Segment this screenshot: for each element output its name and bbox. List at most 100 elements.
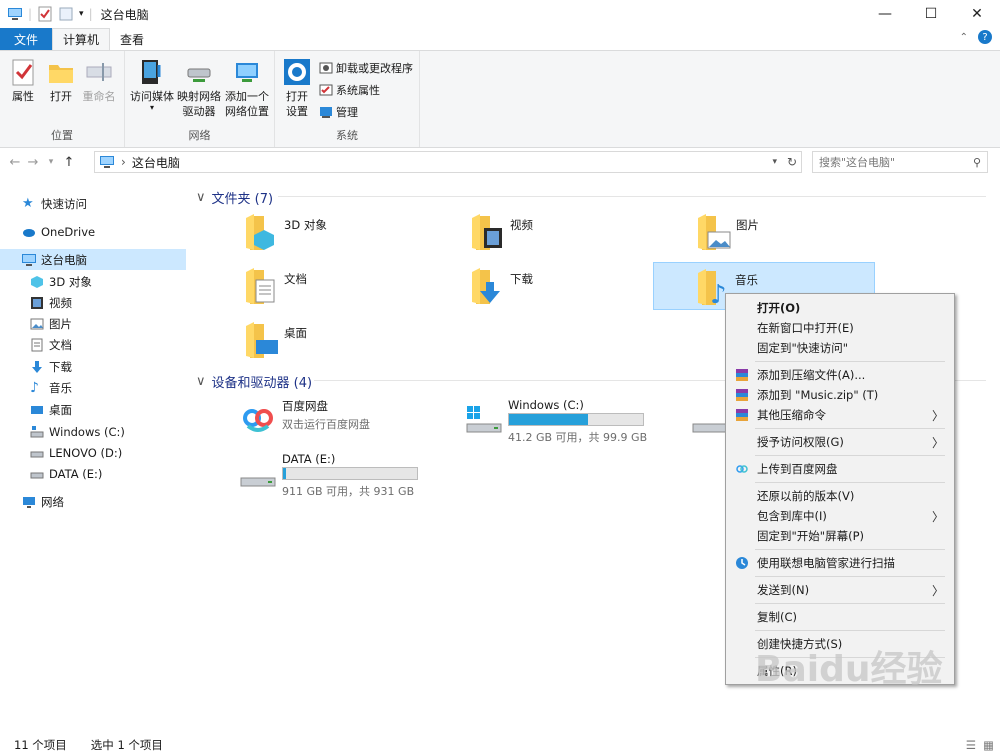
breadcrumb-this-pc[interactable]: 这台电脑 xyxy=(132,154,180,171)
sidebar-item-network[interactable]: 网络 xyxy=(0,491,186,512)
tab-computer[interactable]: 计算机 xyxy=(52,28,111,50)
sidebar-item-pictures[interactable]: 图片 xyxy=(0,313,186,334)
sidebar-label: 下载 xyxy=(49,359,72,374)
sidebar-item-videos[interactable]: 视频 xyxy=(0,292,186,313)
menu-grant-access[interactable]: 授予访问权限(G) 〉 xyxy=(726,432,954,452)
sidebar-item-drive-c[interactable]: Windows (C:) xyxy=(0,421,186,442)
tab-file[interactable]: 文件 xyxy=(0,28,52,50)
breadcrumb-separator-icon[interactable]: › xyxy=(121,155,126,169)
rename-icon xyxy=(86,63,112,81)
winrar-icon xyxy=(736,369,748,381)
refresh-icon[interactable]: ↻ xyxy=(787,155,797,169)
sidebar-label: 这台电脑 xyxy=(41,252,87,267)
drive-icon xyxy=(692,423,728,433)
uninstall-button[interactable]: 卸载或更改程序 xyxy=(319,60,413,76)
maximize-button[interactable]: ☐ xyxy=(908,0,954,28)
folder-name: 3D 对象 xyxy=(284,218,327,232)
help-icon[interactable]: ? xyxy=(978,30,992,44)
folder-3d-objects[interactable]: 3D 对象 xyxy=(234,208,456,256)
desktop-icon xyxy=(31,405,43,414)
open-button[interactable]: 打开 xyxy=(46,57,76,104)
back-button[interactable]: ← xyxy=(6,155,24,170)
manage-button[interactable]: 管理 xyxy=(319,104,358,120)
menu-pin-quick-access[interactable]: 固定到"快速访问" xyxy=(726,338,954,358)
menu-include-library[interactable]: 包含到库中(I) 〉 xyxy=(726,506,954,526)
menu-open[interactable]: 打开(O) xyxy=(726,298,954,318)
manage-icon xyxy=(320,107,332,118)
folder-videos[interactable]: 视频 xyxy=(460,208,682,256)
properties-icon xyxy=(12,59,34,86)
drive-e[interactable]: DATA (E:) 911 GB 可用，共 931 GB xyxy=(234,450,456,498)
sidebar-label: 音乐 xyxy=(49,380,72,395)
menu-add-zip[interactable]: 添加到 "Music.zip" (T) xyxy=(726,385,954,405)
tab-view[interactable]: 查看 xyxy=(110,28,154,50)
drive-usage-bar xyxy=(508,413,644,426)
menu-label: 固定到"开始"屏幕(P) xyxy=(757,529,864,543)
folder-pictures[interactable]: 图片 xyxy=(686,208,908,256)
folders-section-header[interactable]: ∨ 文件夹 (7) xyxy=(196,188,273,207)
drive-icon xyxy=(30,451,44,457)
details-view-icon[interactable]: ☰ xyxy=(966,738,976,752)
add-network-location-button[interactable]: 添加一个 网络位置 xyxy=(223,57,271,119)
sidebar-item-quick-access[interactable]: ★ 快速访问 xyxy=(0,193,186,214)
new-folder-icon[interactable] xyxy=(58,6,74,22)
folder-downloads[interactable]: 下载 xyxy=(460,262,682,310)
computer-icon[interactable] xyxy=(7,6,23,22)
menu-upload-baidu[interactable]: 上传到百度网盘 xyxy=(726,459,954,479)
menu-pin-start[interactable]: 固定到"开始"屏幕(P) xyxy=(726,526,954,546)
sidebar-item-downloads[interactable]: 下载 xyxy=(0,356,186,377)
sidebar-item-documents[interactable]: 文档 xyxy=(0,334,186,355)
section-title: 设备和驱动器 (4) xyxy=(211,376,313,391)
forward-button[interactable]: → xyxy=(24,155,42,170)
search-input[interactable]: 搜索"这台电脑" ⚲ xyxy=(812,151,988,173)
sidebar-item-drive-d[interactable]: LENOVO (D:) xyxy=(0,442,186,463)
cloud-icon xyxy=(23,228,35,237)
sidebar-item-music[interactable]: ♪ 音乐 xyxy=(0,377,186,398)
menu-copy[interactable]: 复制(C) xyxy=(726,607,954,627)
properties-check-icon[interactable] xyxy=(37,6,53,22)
address-dropdown-icon[interactable]: ▾ xyxy=(772,157,777,167)
menu-lenovo-scan[interactable]: 使用联想电脑管家进行扫描 xyxy=(726,553,954,573)
network-location-icon xyxy=(236,63,258,82)
system-properties-icon xyxy=(319,84,333,96)
map-network-drive-button[interactable]: 映射网络 驱动器 xyxy=(175,57,223,119)
drives-section-header[interactable]: ∨ 设备和驱动器 (4) xyxy=(196,372,312,391)
address-row: ← → ▾ ↑ › 这台电脑 ▾ ↻ 搜索"这台电脑" ⚲ xyxy=(0,149,1000,175)
sidebar-label: 图片 xyxy=(49,316,72,331)
network-icon xyxy=(23,496,35,508)
close-button[interactable]: ✕ xyxy=(954,0,1000,28)
menu-send-to[interactable]: 发送到(N) 〉 xyxy=(726,580,954,600)
collapse-ribbon-icon[interactable]: ⌃ xyxy=(960,32,968,43)
properties-button[interactable]: 属性 xyxy=(8,57,38,104)
menu-add-archive[interactable]: 添加到压缩文件(A)... xyxy=(726,365,954,385)
menu-open-new-window[interactable]: 在新窗口中打开(E) xyxy=(726,318,954,338)
qat-dropdown-icon[interactable]: ▾ xyxy=(79,9,84,19)
sidebar-item-onedrive[interactable]: OneDrive xyxy=(0,221,186,242)
drive-baidu[interactable]: 百度网盘 双击运行百度网盘 xyxy=(234,396,456,444)
menu-label: 还原以前的版本(V) xyxy=(757,489,855,503)
access-media-button[interactable]: 访问媒体 ▾ xyxy=(129,57,175,112)
group-network: 访问媒体 ▾ 映射网络 驱动器 添加一个 网络位置 网络 xyxy=(125,51,275,147)
menu-restore-versions[interactable]: 还原以前的版本(V) xyxy=(726,486,954,506)
minimize-button[interactable]: — xyxy=(862,0,908,28)
menu-separator xyxy=(755,576,945,577)
sidebar-label: 网络 xyxy=(41,494,64,509)
system-properties-button[interactable]: 系统属性 xyxy=(319,82,380,98)
cube-icon xyxy=(31,275,43,288)
folder-desktop[interactable]: 桌面 xyxy=(234,316,456,364)
up-button[interactable]: ↑ xyxy=(60,155,78,170)
drive-c[interactable]: Windows (C:) 41.2 GB 可用，共 99.9 GB xyxy=(460,396,682,444)
folder-documents[interactable]: 文档 xyxy=(234,262,456,310)
recent-locations-icon[interactable]: ▾ xyxy=(42,157,60,167)
sidebar-item-desktop[interactable]: 桌面 xyxy=(0,399,186,420)
baidu-netdisk-icon xyxy=(242,403,274,435)
open-settings-button[interactable]: 打开 设置 xyxy=(281,57,313,119)
address-bar[interactable]: › 这台电脑 ▾ ↻ xyxy=(94,151,802,173)
sidebar-item-drive-e[interactable]: DATA (E:) xyxy=(0,463,186,484)
rename-button[interactable]: 重命名 xyxy=(80,57,118,104)
sidebar-item-3d-objects[interactable]: 3D 对象 xyxy=(0,271,186,292)
sidebar-item-this-pc[interactable]: 这台电脑 xyxy=(0,249,186,270)
folder-picture-icon xyxy=(698,214,731,250)
large-icons-view-icon[interactable]: ▦ xyxy=(983,738,994,752)
menu-other-compress[interactable]: 其他压缩命令 〉 xyxy=(726,405,954,425)
